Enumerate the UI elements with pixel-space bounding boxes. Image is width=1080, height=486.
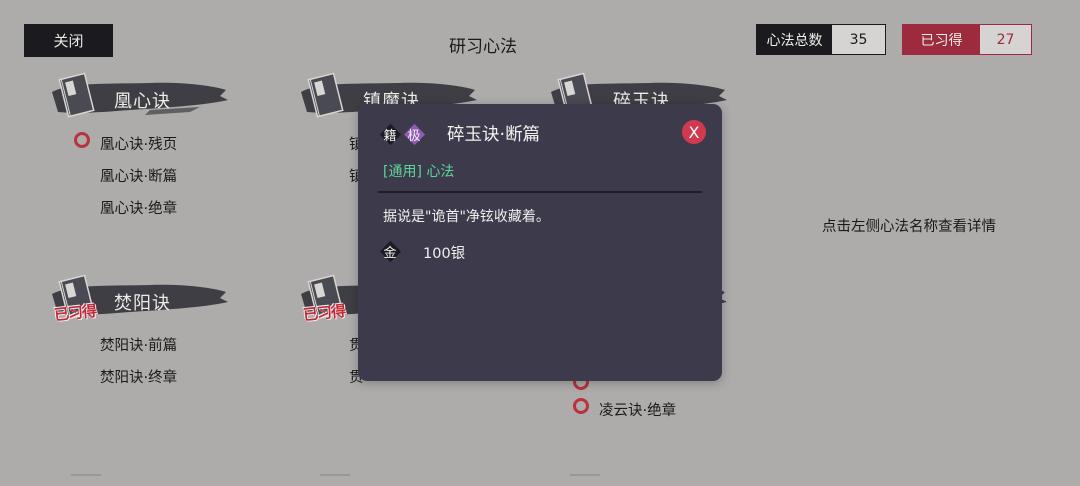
skill-item[interactable]: 凰心诀·绝章 <box>100 197 177 218</box>
skill-group: 已习得 焚阳诀 焚阳诀·前篇 焚阳诀·终章 <box>50 272 290 452</box>
book-tag-icon: 籍 <box>379 123 401 145</box>
divider <box>378 191 702 193</box>
book-icon <box>307 72 344 118</box>
learned-ring-icon <box>573 398 589 414</box>
learned-count-badge: 已习得 27 <box>902 24 1032 55</box>
skill-item-label: 凌云诀·绝章 <box>599 403 677 419</box>
learned-count-value: 27 <box>980 25 1031 54</box>
scroll-tick <box>570 474 600 476</box>
coin-icon: 金 <box>379 240 401 262</box>
skill-category: [通用] 心法 <box>383 164 455 180</box>
skill-price: 100银 <box>423 246 466 262</box>
skill-item-label: 凰心诀·残页 <box>100 137 178 153</box>
skill-item[interactable]: 凌云诀·绝章 <box>573 398 677 420</box>
learned-ring-icon <box>74 132 90 148</box>
total-count-badge: 心法总数 35 <box>756 24 886 55</box>
skill-item[interactable]: 焚阳诀·终章 <box>100 366 177 387</box>
learned-count-label: 已习得 <box>903 25 980 54</box>
skill-detail-popup: 籍 极 碎玉诀·断篇 X [通用] 心法 据说是"诡首"净铉收藏着。 金 100… <box>358 104 722 381</box>
skill-item[interactable]: 凰心诀·残页 <box>74 132 178 154</box>
skill-description: 据说是"诡首"净铉收藏着。 <box>383 209 550 225</box>
scroll-tick <box>320 474 350 476</box>
close-icon[interactable]: X <box>682 120 706 144</box>
group-name[interactable]: 焚阳诀 <box>114 289 171 315</box>
scroll-tick <box>71 474 101 476</box>
book-icon <box>58 72 95 118</box>
hint-text: 点击左侧心法名称查看详情 <box>822 219 996 235</box>
learned-seal: 已习得 <box>53 301 97 325</box>
group-name[interactable]: 凰心诀 <box>114 87 171 113</box>
learned-seal: 已习得 <box>302 301 346 325</box>
total-count-value: 35 <box>832 25 885 54</box>
skill-item[interactable]: 焚阳诀·前篇 <box>100 334 177 355</box>
skill-group: 凰心诀 凰心诀·残页 凰心诀·断篇 凰心诀·绝章 <box>50 70 290 250</box>
skill-item[interactable]: 凰心诀·断篇 <box>100 165 177 186</box>
skill-name: 碎玉诀·断篇 <box>447 125 541 145</box>
total-count-label: 心法总数 <box>757 25 832 54</box>
grade-tag-icon: 极 <box>403 123 425 145</box>
